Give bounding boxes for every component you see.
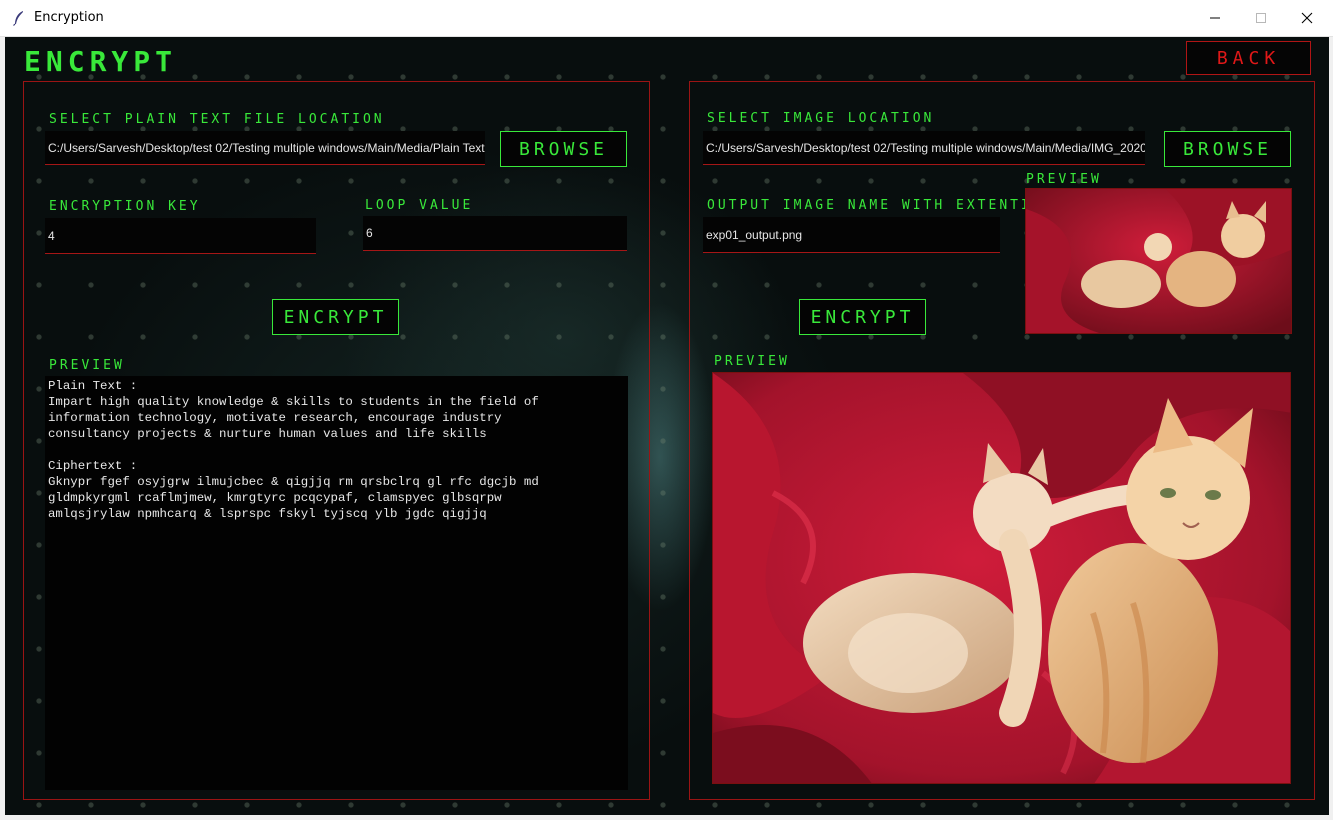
feather-icon — [13, 11, 23, 26]
close-button[interactable] — [1284, 0, 1330, 36]
small-preview-image — [1025, 188, 1292, 334]
window-title: Encryption — [34, 10, 104, 25]
text-preview-area[interactable]: Plain Text : Impart high quality knowled… — [45, 376, 628, 790]
encryption-key-label: ENCRYPTION KEY — [49, 199, 201, 214]
loop-value-label: LOOP VALUE — [365, 198, 474, 213]
output-name-input[interactable]: exp01_output.png — [703, 217, 1000, 253]
app-canvas: ENCRYPT BACK SELECT PLAIN TEXT FILE LOCA… — [5, 37, 1329, 815]
kittens-image — [713, 373, 1290, 783]
text-encryption-panel: SELECT PLAIN TEXT FILE LOCATION C:/Users… — [23, 81, 650, 800]
image-preview-label: PREVIEW — [714, 354, 790, 369]
window-titlebar: Encryption — [0, 0, 1333, 37]
image-encryption-panel: SELECT IMAGE LOCATION C:/Users/Sarvesh/D… — [689, 81, 1315, 800]
maximize-button[interactable] — [1238, 0, 1284, 36]
encrypt-text-button[interactable]: ENCRYPT — [272, 299, 399, 335]
close-icon — [1301, 12, 1313, 24]
page-title: ENCRYPT — [24, 45, 178, 78]
maximize-icon — [1256, 13, 1266, 23]
small-preview-label: PREVIEW — [1026, 172, 1102, 187]
encryption-key-input[interactable]: 4 — [45, 218, 316, 254]
large-preview-image — [712, 372, 1291, 784]
minimize-icon — [1210, 17, 1220, 19]
text-preview-label: PREVIEW — [49, 358, 125, 373]
loop-value-input[interactable]: 6 — [363, 216, 627, 251]
encrypt-image-button[interactable]: ENCRYPT — [799, 299, 926, 335]
kittens-thumbnail — [1026, 189, 1291, 333]
text-file-path-input[interactable]: C:/Users/Sarvesh/Desktop/test 02/Testing… — [45, 131, 485, 165]
browse-text-file-button[interactable]: BROWSE — [500, 131, 627, 167]
image-path-input[interactable]: C:/Users/Sarvesh/Desktop/test 02/Testing… — [703, 131, 1145, 165]
image-location-label: SELECT IMAGE LOCATION — [707, 111, 935, 126]
file-location-label: SELECT PLAIN TEXT FILE LOCATION — [49, 112, 385, 127]
back-button[interactable]: BACK — [1186, 41, 1311, 75]
output-name-label: OUTPUT IMAGE NAME WITH EXTENTION — [707, 198, 1054, 213]
browse-image-button[interactable]: BROWSE — [1164, 131, 1291, 167]
minimize-button[interactable] — [1192, 0, 1238, 36]
